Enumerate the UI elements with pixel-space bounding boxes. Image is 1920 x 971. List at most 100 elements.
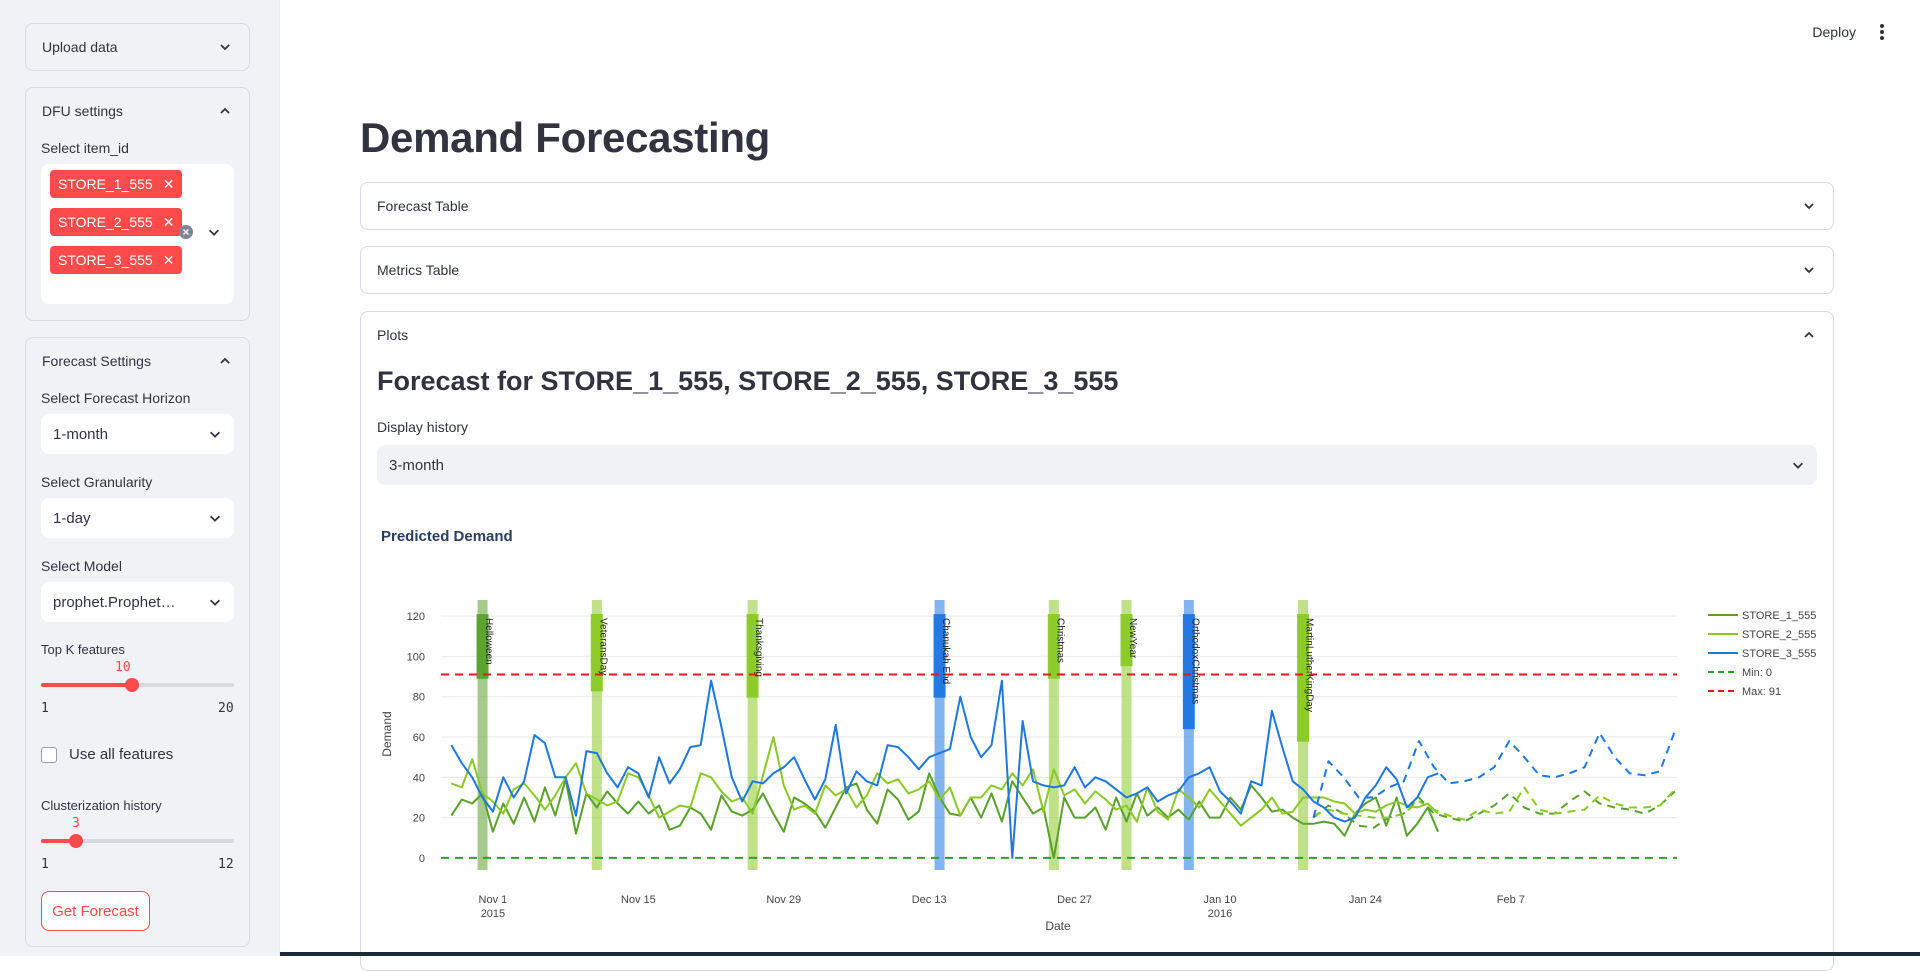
cluster-label: Clusterization history (41, 798, 162, 813)
chevron-down-icon (210, 599, 220, 606)
topk-slider-thumb[interactable] (125, 678, 140, 692)
granularity-select[interactable]: 1-day (41, 498, 234, 538)
remove-tag-icon[interactable]: ✕ (163, 176, 175, 193)
event-label: NewYear (1127, 618, 1138, 659)
dfu-settings-expander: DFU settings Select item_id STORE_1_555 ✕… (25, 87, 250, 321)
chart-legend[interactable]: STORE_1_555 STORE_2_555 STORE_3_555 Min: 0 M… (1708, 610, 1816, 698)
legend-label: STORE_2_555 (1742, 629, 1816, 641)
horizon-label: Select Forecast Horizon (41, 390, 191, 406)
upload-data-header[interactable]: Upload data (26, 24, 249, 70)
x-tick-label: Jan 24 (1349, 894, 1382, 906)
y-tick-label: 0 (419, 853, 425, 865)
forecast-table-header[interactable]: Forecast Table (361, 183, 1833, 229)
y-axis-label: Demand (380, 711, 394, 756)
legend-label: Min: 0 (1742, 667, 1772, 679)
topk-value: 10 (115, 660, 131, 675)
deploy-button[interactable]: Deploy (1812, 24, 1856, 40)
display-history-label: Display history (377, 419, 469, 435)
y-tick-label: 60 (413, 732, 425, 744)
topk-slider[interactable] (41, 678, 234, 692)
display-history-value: 3-month (389, 456, 445, 474)
legend-label: STORE_1_555 (1742, 610, 1816, 622)
dfu-settings-title: DFU settings (42, 103, 123, 119)
chevron-down-icon (210, 515, 220, 522)
y-tick-label: 20 (413, 813, 425, 825)
cluster-slider[interactable] (41, 834, 234, 848)
chevron-down-icon (220, 44, 230, 51)
selected-tag: STORE_3_555 ✕ (50, 246, 183, 274)
x-axis-label: Date (1045, 919, 1071, 933)
tag-label: STORE_3_555 (58, 252, 153, 268)
cluster-min: 1 (41, 857, 49, 872)
tag-label: STORE_2_555 (58, 214, 153, 230)
chevron-down-icon (1793, 462, 1803, 469)
forecast-table-expander[interactable]: Forecast Table (360, 182, 1834, 230)
chevron-down-icon[interactable] (207, 225, 221, 239)
forecast-settings-expander: Forecast Settings Select Forecast Horizo… (25, 337, 250, 947)
display-history-select[interactable]: 3-month (377, 445, 1817, 485)
dfu-settings-header[interactable]: DFU settings (26, 88, 249, 134)
x-tick-label: Jan 10 (1203, 894, 1236, 906)
event-label: Helloween (483, 618, 494, 665)
legend-label: Max: 91 (1742, 686, 1781, 698)
plots-subheader: Forecast for STORE_1_555, STORE_2_555, S… (377, 366, 1119, 396)
granularity-label: Select Granularity (41, 474, 153, 490)
chevron-up-icon (220, 357, 230, 364)
upload-data-expander[interactable]: Upload data (25, 23, 250, 71)
checkbox-box[interactable] (41, 746, 57, 763)
event-label: OrthodoxChristmas (1189, 618, 1200, 704)
y-tick-label: 40 (413, 772, 425, 784)
x-tick-label: Feb 7 (1497, 894, 1525, 906)
event-label: VeteransDay (597, 618, 608, 675)
chevron-up-icon (220, 107, 230, 114)
metrics-table-header[interactable]: Metrics Table (361, 247, 1833, 293)
cluster-slider-thumb[interactable] (69, 834, 84, 848)
topk-slider-fill (41, 683, 133, 687)
use-all-features-checkbox[interactable]: Use all features (41, 746, 173, 763)
get-forecast-button[interactable]: Get Forecast (41, 891, 150, 931)
x-tick-year-label: 2016 (1208, 908, 1232, 920)
selected-tag: STORE_2_555 ✕ (50, 208, 183, 236)
y-tick-label: 80 (413, 692, 425, 704)
upload-data-title: Upload data (42, 39, 118, 55)
metrics-table-expander[interactable]: Metrics Table (360, 246, 1834, 294)
cluster-value: 3 (72, 816, 80, 831)
topk-min: 1 (41, 701, 49, 716)
sidebar: Upload data DFU settings Select item_id … (0, 0, 280, 956)
event-label: Christmas (1054, 618, 1065, 663)
granularity-value: 1-day (53, 509, 91, 527)
cluster-max: 12 (218, 857, 234, 872)
plots-header[interactable]: Plots (361, 312, 1833, 358)
clear-all-icon[interactable] (179, 225, 193, 239)
page-title: Demand Forecasting (360, 114, 771, 161)
plots-title: Plots (377, 327, 409, 343)
chevron-up-icon (1804, 331, 1814, 338)
remove-tag-icon[interactable]: ✕ (163, 214, 175, 231)
legend-label: STORE_3_555 (1742, 648, 1816, 660)
model-select[interactable]: prophet.Prophet… (41, 582, 234, 622)
model-label: Select Model (41, 558, 122, 574)
y-tick-label: 120 (407, 611, 425, 623)
horizon-select[interactable]: 1-month (41, 414, 234, 454)
kebab-icon[interactable] (1879, 22, 1885, 42)
predicted-demand-chart: Predicted Demand Helloween VeteransDay Tha… (380, 528, 1816, 933)
horizon-value: 1-month (53, 425, 109, 443)
chart-series (450, 679, 1676, 859)
use-all-features-label: Use all features (69, 746, 174, 763)
item-multiselect[interactable]: STORE_1_555 ✕ STORE_2_555 ✕ STORE_3_555 ✕ (41, 164, 234, 304)
topk-max: 20 (218, 701, 234, 716)
bottom-edge (280, 952, 1920, 956)
remove-tag-icon[interactable]: ✕ (163, 252, 175, 269)
x-tick-label: Nov 29 (766, 894, 801, 906)
forecast-settings-header[interactable]: Forecast Settings (26, 338, 249, 384)
select-item-label: Select item_id (41, 140, 129, 156)
x-tick-label: Nov 1 (479, 894, 508, 906)
x-tick-label: Dec 27 (1057, 894, 1092, 906)
event-label: MartinLutherKingDay (1304, 618, 1315, 712)
chart-title: Predicted Demand (381, 528, 513, 545)
selected-tag: STORE_1_555 ✕ (50, 170, 183, 198)
y-tick-label: 100 (407, 651, 425, 663)
forecast-settings-title: Forecast Settings (42, 353, 151, 369)
x-tick-label: Nov 15 (621, 894, 656, 906)
x-tick-label: Dec 13 (912, 894, 947, 906)
